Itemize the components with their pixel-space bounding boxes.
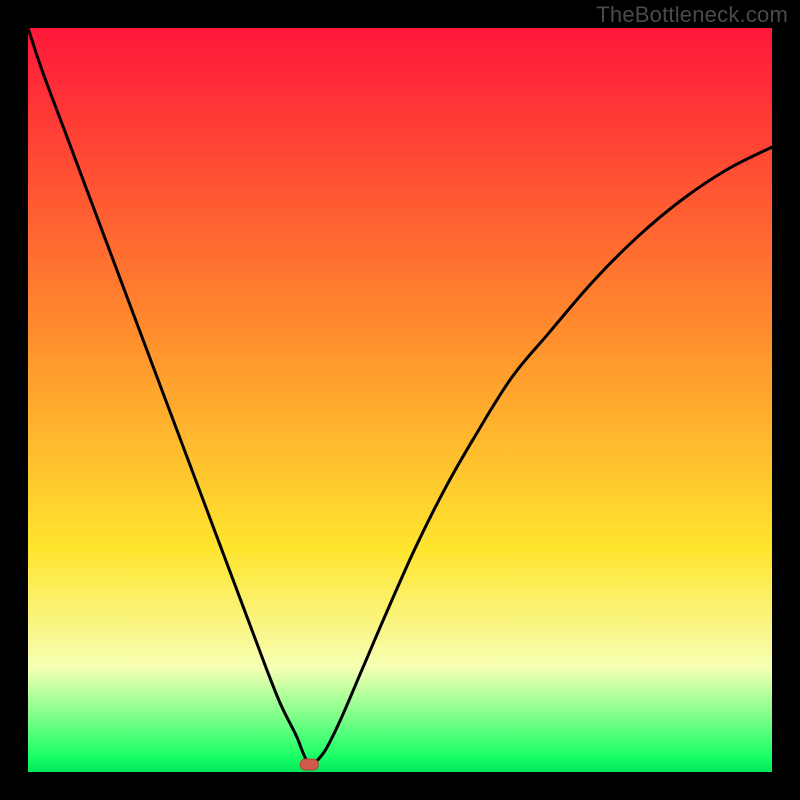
chart-frame: { "watermark": "TheBottleneck.com", "col… <box>0 0 800 800</box>
watermark-text: TheBottleneck.com <box>596 2 788 28</box>
bottleneck-chart <box>28 28 772 772</box>
plot-background <box>28 28 772 772</box>
minimum-marker <box>300 759 318 770</box>
